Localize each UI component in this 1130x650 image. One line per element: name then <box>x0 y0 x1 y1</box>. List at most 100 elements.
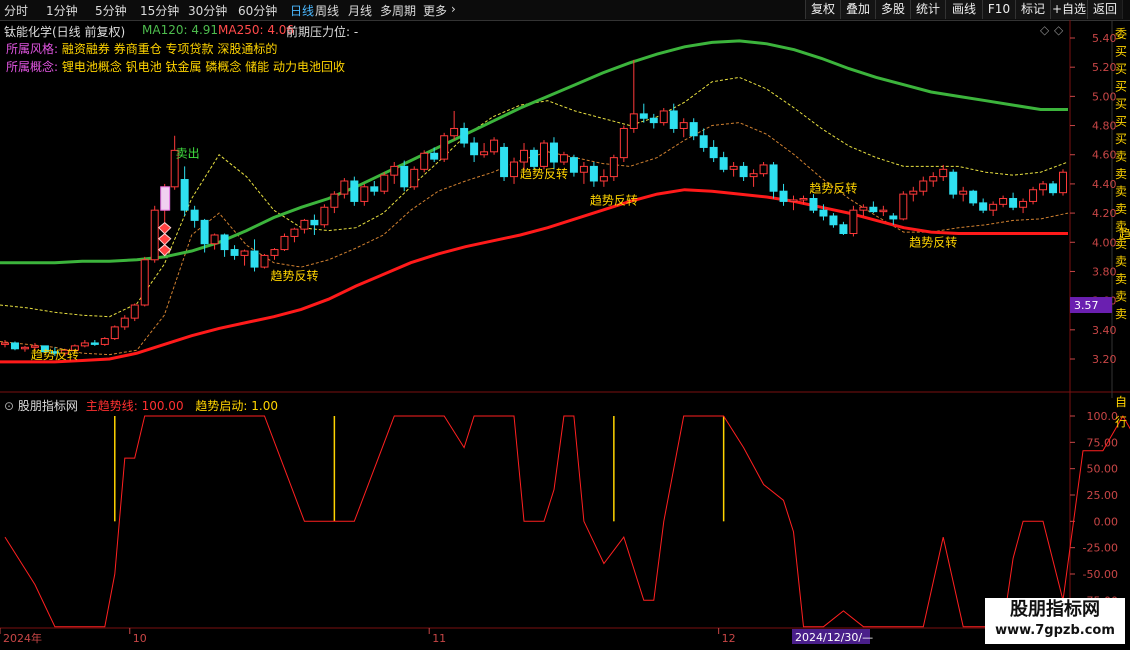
collapse-icon[interactable]: ⊙ <box>4 399 14 413</box>
trend-start-readout: 趋势启动: 1.00 <box>195 399 278 413</box>
sell-marker <box>160 186 171 211</box>
candle-body <box>360 186 369 202</box>
candle-body <box>989 203 998 211</box>
candle-body <box>939 168 948 178</box>
toolbar-button-0[interactable]: 复权 <box>805 0 841 19</box>
period-tab-5[interactable]: 60分钟 <box>238 2 277 19</box>
strip-char: 委 <box>1115 27 1127 41</box>
trend-reversal-label: 趋势反转 <box>909 235 957 250</box>
sell-label: 卖出 <box>176 147 200 161</box>
candle-body <box>190 209 199 221</box>
toolbar-button-3[interactable]: 统计 <box>910 0 946 19</box>
candle-body <box>490 139 499 153</box>
candle-body <box>510 161 519 178</box>
candle-body <box>180 179 189 211</box>
candle-body <box>90 342 99 345</box>
toolbar-button-6[interactable]: 标记 <box>1015 0 1051 19</box>
x-tick-label: 2024年 <box>3 631 42 645</box>
sub-y-tick-label: 100.0 <box>1087 410 1119 423</box>
candle-body <box>320 206 329 226</box>
candle-body <box>859 206 868 211</box>
candle-body <box>959 190 968 195</box>
strip-char: 卖 <box>1115 237 1127 251</box>
candle-body <box>819 209 828 217</box>
period-tab-2[interactable]: 5分钟 <box>95 2 127 19</box>
indicator-name: 股朋指标网 <box>17 399 78 413</box>
period-tab-6[interactable]: 日线 <box>290 2 314 19</box>
period-tab-0[interactable]: 分时 <box>4 2 28 19</box>
candle-body <box>579 165 588 173</box>
candle-body <box>919 180 928 192</box>
period-tab-4[interactable]: 30分钟 <box>188 2 227 19</box>
candle-body <box>609 157 618 178</box>
period-tab-1[interactable]: 1分钟 <box>46 2 78 19</box>
y-tick-label: 3.80 <box>1092 265 1117 278</box>
candle-body <box>470 142 479 156</box>
candle-body <box>899 193 908 220</box>
y-tick-label: 4.00 <box>1092 236 1117 249</box>
candle-body <box>130 304 139 319</box>
y-tick-label: 4.40 <box>1092 178 1117 191</box>
y-tick-label: 3.40 <box>1092 324 1117 337</box>
candle-body <box>539 142 548 167</box>
candle-body <box>569 157 578 173</box>
strip-char: 买 <box>1115 132 1127 146</box>
strip-char: 买 <box>1115 80 1127 94</box>
candle-body <box>450 127 459 137</box>
candle-body <box>1019 200 1028 208</box>
candle-body <box>809 198 818 211</box>
sub-y-tick-label: 50.00 <box>1087 463 1119 476</box>
candle-body <box>719 157 728 170</box>
candle-body <box>280 235 289 251</box>
candle-body <box>420 152 429 170</box>
more-arrow-icon[interactable]: › <box>451 2 456 16</box>
toolbar-button-4[interactable]: 画线 <box>945 0 983 19</box>
candle-body <box>669 110 678 129</box>
strip-tag: 自 <box>1115 395 1127 409</box>
indicator-header: ⊙ 股朋指标网 主趋势线: 100.00 趋势启动: 1.00 <box>0 397 278 414</box>
candle-body <box>849 209 858 235</box>
candle-body <box>1059 171 1068 194</box>
x-tick-label: 11 <box>432 632 446 645</box>
candle-body <box>589 165 598 182</box>
candle-body <box>599 176 608 182</box>
strip-tag: 行 <box>1115 415 1127 429</box>
strip-char: 卖 <box>1115 167 1127 181</box>
candle-body <box>1049 183 1058 194</box>
toolbar-button-2[interactable]: 多股 <box>875 0 911 19</box>
strip-char: 卖 <box>1115 272 1127 286</box>
period-tab-10[interactable]: 更多 <box>423 2 447 19</box>
candle-body <box>150 209 159 261</box>
toolbar-button-7[interactable]: +自选 <box>1050 0 1088 19</box>
ma250-line <box>0 188 1068 364</box>
candle-body <box>979 202 988 211</box>
period-tab-8[interactable]: 月线 <box>348 2 372 19</box>
candle-body <box>1039 183 1048 191</box>
strip-char: 卖 <box>1115 185 1127 199</box>
candle-body <box>100 338 109 345</box>
strip-char: 买 <box>1115 45 1127 59</box>
main-trend-line <box>4 414 1130 628</box>
candle-body <box>759 164 768 175</box>
candle-body <box>270 249 279 256</box>
sub-y-tick-label: 75.00 <box>1087 436 1119 449</box>
candle-body <box>799 198 808 201</box>
period-tab-7[interactable]: 周线 <box>315 2 339 19</box>
candle-body <box>969 190 978 204</box>
period-tab-3[interactable]: 15分钟 <box>140 2 179 19</box>
toolbar-button-5[interactable]: F10 <box>982 0 1016 19</box>
chart-canvas[interactable]: 5.405.205.004.804.604.404.204.003.803.60… <box>0 20 1130 650</box>
candle-body <box>619 127 628 159</box>
candle-body <box>350 180 359 202</box>
candle-body <box>839 224 848 235</box>
strip-char: 卖 <box>1115 255 1127 269</box>
candle-body <box>1029 189 1038 202</box>
toolbar-button-8[interactable]: 返回 <box>1087 0 1123 19</box>
candle-body <box>879 209 888 213</box>
candle-body <box>10 342 19 350</box>
candle-body <box>549 142 558 163</box>
period-tab-9[interactable]: 多周期 <box>380 2 416 19</box>
toolbar-button-1[interactable]: 叠加 <box>840 0 876 19</box>
strip-char: 卖 <box>1115 290 1127 304</box>
strip-char: 卖 <box>1115 150 1127 164</box>
